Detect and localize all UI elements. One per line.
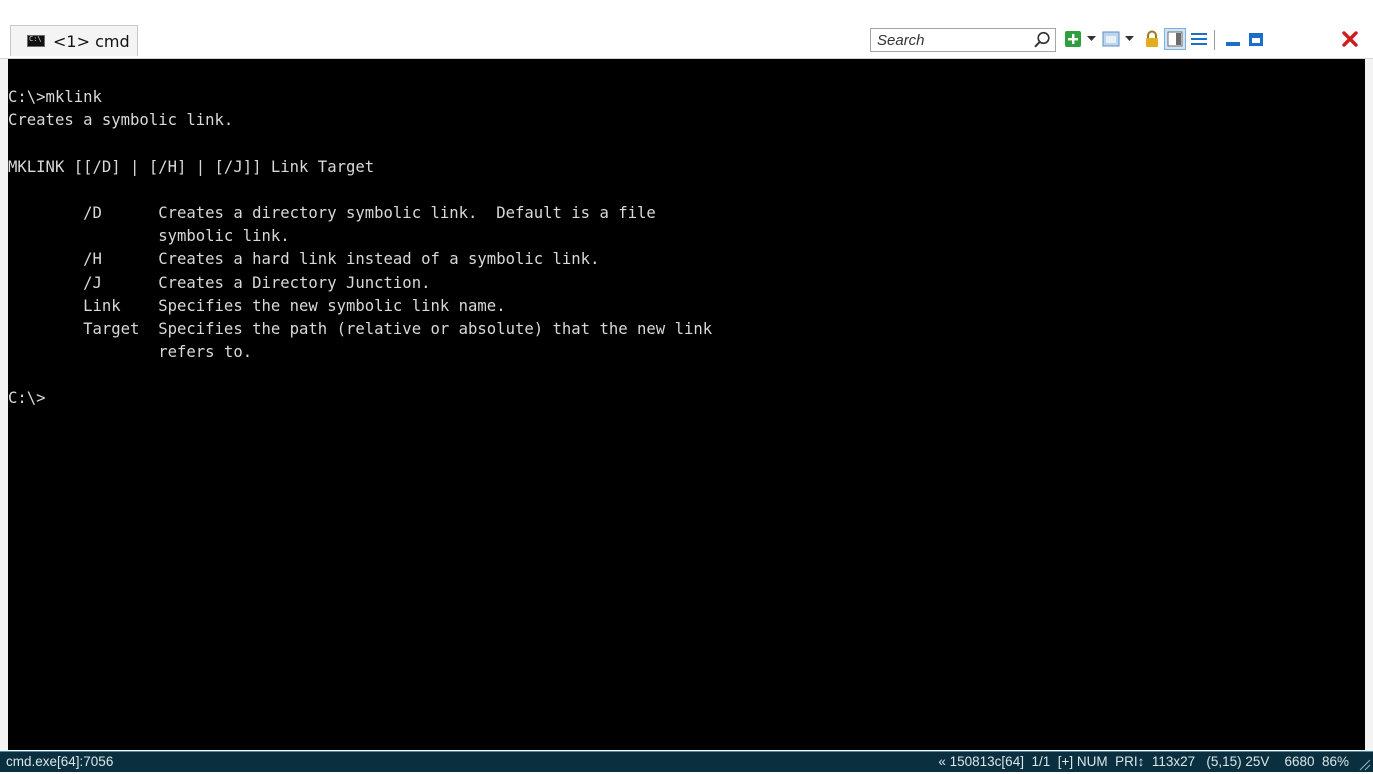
conemu-window: <1> cmd xyxy=(0,0,1373,772)
chevron-down-icon[interactable] xyxy=(1087,36,1096,56)
status-bar: cmd.exe[64]:7056 « 150813c[64] 1/1 [+] N… xyxy=(0,751,1373,772)
search-icon[interactable] xyxy=(1033,31,1051,49)
tab-label: <1> cmd xyxy=(53,31,130,51)
process-info[interactable]: cmd.exe[64]:7056 xyxy=(6,754,113,769)
terminal-line: /H Creates a hard link instead of a symb… xyxy=(8,250,600,269)
tab-bar: <1> cmd xyxy=(0,0,1373,59)
terminal-line: symbolic link. xyxy=(8,227,290,246)
chevron-down-icon[interactable] xyxy=(1125,36,1134,56)
terminal-line: refers to. xyxy=(8,343,253,362)
console-icon xyxy=(27,35,45,47)
menu-icon[interactable] xyxy=(1190,30,1208,50)
terminal-line: /D Creates a directory symbolic link. De… xyxy=(8,203,656,222)
terminal-output: C:\>mklink Creates a symbolic link. MKLINK… xyxy=(8,59,1365,411)
terminal-line: Link Specifies the new symbolic link nam… xyxy=(8,296,506,315)
terminal-line: MKLINK [[/D] | [/H] | [/J]] Link Target xyxy=(8,157,375,176)
tab-cmd[interactable]: <1> cmd xyxy=(10,25,138,56)
status-info[interactable]: « 150813c[64] 1/1 [+] NUM PRI↕ 113x27 (5… xyxy=(938,754,1349,769)
terminal-line: Creates a symbolic link. xyxy=(8,111,234,130)
search-input[interactable] xyxy=(871,29,1027,51)
terminal-line: /J Creates a Directory Junction. xyxy=(8,273,431,292)
separator xyxy=(1214,30,1216,50)
minimize-icon[interactable] xyxy=(1224,30,1242,50)
terminal-area[interactable]: C:\>mklink Creates a symbolic link. MKLINK… xyxy=(8,59,1365,750)
search-box[interactable] xyxy=(870,28,1056,52)
panels-icon[interactable] xyxy=(1164,28,1186,50)
lock-icon[interactable] xyxy=(1143,30,1161,50)
maximize-icon[interactable] xyxy=(1247,30,1265,50)
terminal-line: C:\>mklink xyxy=(8,88,102,106)
terminal-line: C:\> xyxy=(8,389,46,408)
terminal-line: Target Specifies the path (relative or a… xyxy=(8,319,713,338)
split-icon[interactable] xyxy=(1102,30,1120,50)
resize-grip-icon[interactable] xyxy=(1357,757,1371,771)
new-console-icon[interactable] xyxy=(1064,30,1082,50)
close-icon[interactable] xyxy=(1341,30,1359,50)
